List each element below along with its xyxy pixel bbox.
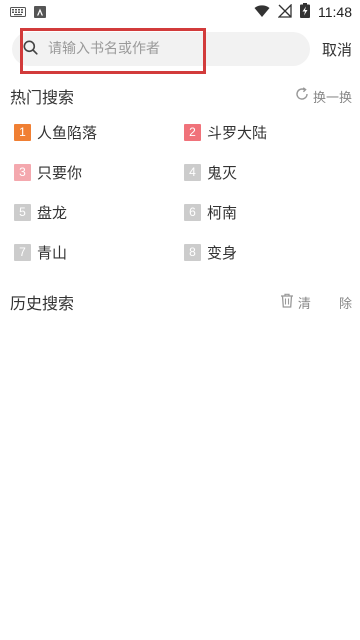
cancel-button[interactable]: 取消: [322, 32, 352, 66]
hot-search-label: 青山: [37, 243, 68, 262]
hot-search-label: 鬼灭: [207, 163, 238, 182]
search-icon: [23, 40, 38, 59]
status-time: 11:48: [318, 4, 352, 20]
refresh-button[interactable]: 换一换: [295, 87, 352, 106]
hot-search-item[interactable]: 1 人鱼陷落: [14, 122, 184, 142]
rank-badge: 1: [14, 123, 31, 141]
rank-badge: 8: [184, 243, 201, 261]
hot-search-label: 变身: [207, 243, 238, 262]
hot-search-list: 1 人鱼陷落 2 斗罗大陆 3 只要你 4 鬼灭 5 盘龙 6 柯南 7 青山 …: [14, 122, 344, 262]
refresh-label: 换一换: [312, 90, 352, 106]
status-left: [10, 3, 46, 22]
hot-search-title: 热门搜索: [10, 88, 75, 107]
no-signal-icon: [277, 2, 292, 22]
hot-search-label: 只要你: [37, 163, 83, 182]
history-header: 历史搜索 清 除: [10, 292, 352, 313]
app-notification-icon: [34, 3, 46, 22]
search-input[interactable]: [46, 40, 270, 58]
hot-search-item[interactable]: 2 斗罗大陆: [184, 122, 344, 142]
hot-search-item[interactable]: 5 盘龙: [14, 202, 184, 222]
hot-search-item[interactable]: 7 青山: [14, 242, 184, 262]
status-right: 11:48: [254, 2, 352, 22]
battery-charging-icon: [300, 2, 310, 22]
search-box[interactable]: [12, 28, 310, 74]
hot-search-label: 盘龙: [37, 203, 68, 222]
hot-search-header: 热门搜索 换一换: [10, 86, 352, 107]
wifi-icon: [254, 3, 270, 22]
hot-search-label: 人鱼陷落: [37, 123, 98, 142]
hot-search-label: 斗罗大陆: [207, 123, 268, 142]
clear-history-label: 清 除: [297, 296, 360, 312]
hot-search-label: 柯南: [207, 203, 238, 222]
rank-badge: 2: [184, 123, 201, 141]
trash-icon: [280, 293, 294, 312]
hot-search-item[interactable]: 6 柯南: [184, 202, 344, 222]
search-row: 取消: [12, 28, 352, 74]
hot-search-item[interactable]: 4 鬼灭: [184, 162, 344, 182]
refresh-icon: [295, 87, 309, 105]
rank-badge: 7: [14, 243, 31, 261]
hot-search-item[interactable]: 8 变身: [184, 242, 344, 262]
status-bar: 11:48: [0, 0, 360, 24]
rank-badge: 4: [184, 163, 201, 181]
rank-badge: 6: [184, 203, 201, 221]
rank-badge: 3: [14, 163, 31, 181]
rank-badge: 5: [14, 203, 31, 221]
clear-history-button[interactable]: 清 除: [280, 293, 352, 312]
hot-search-item[interactable]: 3 只要你: [14, 162, 184, 182]
keyboard-icon: [10, 3, 26, 22]
history-title: 历史搜索: [10, 294, 75, 313]
